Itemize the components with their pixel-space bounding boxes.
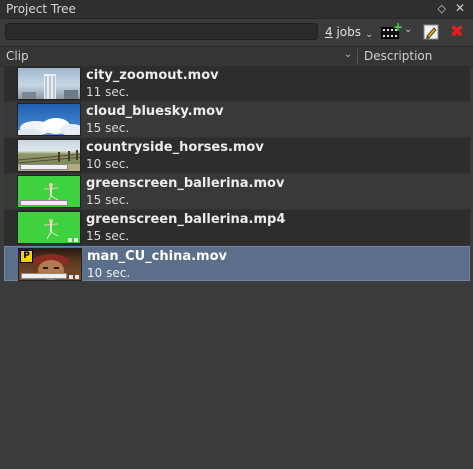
thumbnail-progress-bar bbox=[20, 164, 68, 170]
edit-button[interactable] bbox=[422, 23, 440, 41]
sky-thumbnail-image bbox=[18, 118, 80, 135]
column-header-description[interactable]: Description bbox=[364, 49, 432, 63]
clip-name: city_zoomout.mov bbox=[86, 68, 219, 83]
clip-row-selected[interactable]: P man_CU_china.mov 10 sec. bbox=[4, 246, 470, 281]
clip-row[interactable]: countryside_horses.mov 10 sec. bbox=[4, 138, 470, 174]
clip-thumbnail: P bbox=[18, 248, 82, 281]
chevron-down-icon: ⌄ bbox=[365, 29, 374, 40]
search-input[interactable] bbox=[5, 23, 318, 40]
sort-chevron-icon[interactable]: ⌄ bbox=[344, 49, 352, 60]
close-panel-icon[interactable]: ✕ bbox=[455, 1, 465, 15]
delete-icon: ✖ bbox=[449, 22, 465, 42]
thumbnail-marker bbox=[74, 238, 78, 242]
column-header: Clip ⌄ Description bbox=[0, 46, 473, 67]
jobs-label: jobs bbox=[332, 25, 361, 39]
clip-thumbnail bbox=[17, 139, 81, 172]
column-divider[interactable] bbox=[357, 49, 358, 64]
chevron-down-icon: ⌄ bbox=[404, 24, 413, 35]
clip-row[interactable]: city_zoomout.mov 11 sec. bbox=[4, 66, 470, 102]
project-toolbar: 4 jobs ⌄ + ⌄ ✖ bbox=[0, 19, 473, 45]
clip-name: man_CU_china.mov bbox=[87, 249, 228, 264]
clip-name: greenscreen_ballerina.mov bbox=[86, 176, 285, 191]
clip-duration: 15 sec. bbox=[86, 121, 130, 135]
project-tree-panel: Project Tree ◇ ✕ 4 jobs ⌄ + ⌄ ✖ Clip ⌄ D… bbox=[0, 0, 473, 469]
clip-list: city_zoomout.mov 11 sec. cloud_bluesky.m… bbox=[0, 66, 473, 466]
panel-titlebar: Project Tree ◇ ✕ bbox=[0, 0, 473, 19]
add-icon: + bbox=[393, 20, 404, 34]
delete-button[interactable]: ✖ bbox=[448, 23, 466, 41]
jobs-button[interactable]: 4 jobs ⌄ bbox=[325, 21, 377, 43]
clip-row[interactable]: greenscreen_ballerina.mov 15 sec. bbox=[4, 174, 470, 210]
clip-row[interactable]: cloud_bluesky.mov 15 sec. bbox=[4, 102, 470, 138]
panel-title: Project Tree bbox=[6, 2, 76, 16]
thumbnail-marker bbox=[75, 275, 79, 279]
clip-duration: 10 sec. bbox=[87, 266, 131, 280]
clip-thumbnail bbox=[17, 211, 81, 244]
clip-thumbnail bbox=[17, 67, 81, 100]
thumbnail-marker bbox=[69, 275, 73, 279]
float-panel-icon[interactable]: ◇ bbox=[438, 2, 446, 15]
clip-duration: 15 sec. bbox=[86, 193, 130, 207]
clip-thumbnail bbox=[17, 103, 81, 136]
clip-thumbnail bbox=[17, 175, 81, 208]
jobs-count: 4 bbox=[325, 25, 333, 39]
clip-duration: 15 sec. bbox=[86, 229, 130, 243]
add-media-button[interactable]: + ⌄ bbox=[381, 20, 415, 41]
clip-name: countryside_horses.mov bbox=[86, 140, 264, 155]
clip-row[interactable]: greenscreen_ballerina.mp4 15 sec. bbox=[4, 210, 470, 246]
pencil-icon bbox=[423, 24, 439, 40]
thumbnail-marker bbox=[68, 238, 72, 242]
clip-name: cloud_bluesky.mov bbox=[86, 104, 224, 119]
proxy-badge: P bbox=[20, 250, 33, 263]
clip-duration: 10 sec. bbox=[86, 157, 130, 171]
thumbnail-progress-bar bbox=[21, 273, 67, 279]
city-thumbnail-image bbox=[22, 74, 78, 99]
clip-duration: 11 sec. bbox=[86, 85, 130, 99]
clip-name: greenscreen_ballerina.mp4 bbox=[86, 212, 286, 227]
column-header-clip[interactable]: Clip bbox=[6, 49, 29, 63]
thumbnail-progress-bar bbox=[20, 200, 68, 206]
